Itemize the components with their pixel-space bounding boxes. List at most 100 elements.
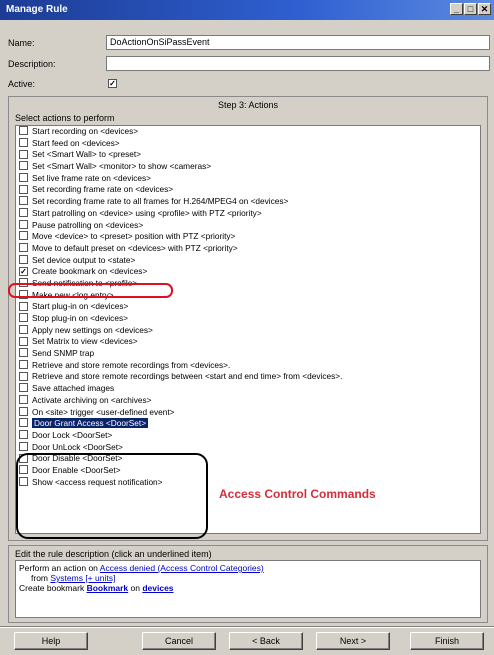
- action-checkbox[interactable]: [19, 430, 28, 440]
- action-checkbox[interactable]: [19, 231, 28, 241]
- action-label: Door Lock <DoorSet>: [32, 429, 113, 440]
- action-item[interactable]: Set live frame rate on <devices>: [16, 173, 480, 185]
- next-button[interactable]: Next >: [316, 632, 390, 650]
- description-label: Description:: [8, 59, 56, 69]
- action-label: Set <Smart Wall> <monitor> to show <came…: [32, 161, 212, 172]
- action-item[interactable]: Retrieve and store remote recordings bet…: [16, 371, 480, 383]
- finish-button[interactable]: Finish: [410, 632, 484, 650]
- action-checkbox[interactable]: [19, 418, 28, 428]
- devices-link[interactable]: devices: [142, 583, 173, 593]
- action-label: Create bookmark on <devices>: [32, 266, 148, 277]
- action-label: Start feed on <devices>: [32, 137, 120, 148]
- action-item[interactable]: On <site> trigger <user-defined event>: [16, 407, 480, 419]
- active-checkbox[interactable]: ✓: [108, 79, 117, 88]
- action-item[interactable]: Retrieve and store remote recordings fro…: [16, 360, 480, 372]
- action-item[interactable]: Set recording frame rate on <devices>: [16, 184, 480, 196]
- bookmark-link[interactable]: Bookmark: [87, 583, 129, 593]
- action-item[interactable]: Door Lock <DoorSet>: [16, 430, 480, 442]
- action-checkbox[interactable]: [19, 383, 28, 393]
- action-item[interactable]: Activate archiving on <archives>: [16, 395, 480, 407]
- action-checkbox[interactable]: [19, 149, 28, 159]
- action-checkbox[interactable]: [19, 219, 28, 229]
- action-label: Apply new settings on <devices>: [32, 324, 153, 335]
- action-label: Start plug-in on <devices>: [32, 301, 129, 312]
- action-item[interactable]: Set device output to <state>: [16, 255, 480, 267]
- action-checkbox[interactable]: [19, 126, 28, 136]
- action-checkbox[interactable]: [19, 243, 28, 253]
- action-checkbox[interactable]: [19, 348, 28, 358]
- minimize-button[interactable]: _: [450, 3, 463, 15]
- action-checkbox[interactable]: [19, 336, 28, 346]
- rule-description-box: Perform an action on Access denied (Acce…: [15, 560, 481, 618]
- action-checkbox[interactable]: [19, 173, 28, 182]
- action-item[interactable]: Stop plug-in on <devices>: [16, 313, 480, 325]
- action-checkbox[interactable]: [19, 441, 28, 451]
- action-checkbox[interactable]: [19, 360, 28, 369]
- action-label: Save attached images: [32, 383, 115, 394]
- action-item[interactable]: Start feed on <devices>: [16, 138, 480, 150]
- action-label: Activate archiving on <archives>: [32, 394, 152, 405]
- action-checkbox[interactable]: [19, 324, 28, 334]
- active-label: Active:: [8, 79, 36, 89]
- action-label: Send SNMP trap: [32, 348, 95, 359]
- action-label: Start recording on <devices>: [32, 126, 139, 136]
- event-link[interactable]: Access denied (Access Control Categories…: [100, 563, 264, 573]
- action-label: Set Matrix to view <devices>: [32, 336, 138, 347]
- description-field[interactable]: [106, 56, 490, 71]
- desc-text: on: [128, 583, 143, 593]
- action-item[interactable]: Start plug-in on <devices>: [16, 301, 480, 313]
- action-item[interactable]: Set <Smart Wall> to <preset>: [16, 149, 480, 161]
- action-checkbox[interactable]: [19, 406, 28, 416]
- action-item[interactable]: Set <Smart Wall> <monitor> to show <came…: [16, 161, 480, 173]
- rule-description-panel: Edit the rule description (click an unde…: [8, 545, 488, 623]
- action-checkbox[interactable]: [19, 371, 28, 381]
- action-item[interactable]: Start recording on <devices>: [16, 126, 480, 138]
- action-item[interactable]: Pause patrolling on <devices>: [16, 220, 480, 232]
- action-item[interactable]: Set Matrix to view <devices>: [16, 336, 480, 348]
- action-checkbox[interactable]: [19, 395, 28, 405]
- action-item[interactable]: Move <device> to <preset> position with …: [16, 231, 480, 243]
- action-checkbox[interactable]: [19, 301, 28, 311]
- action-label: Set <Smart Wall> to <preset>: [32, 149, 141, 160]
- action-label: Set recording frame rate on <devices>: [32, 184, 174, 195]
- desc-text: from: [31, 573, 51, 583]
- name-field[interactable]: DoActionOnSiPassEvent: [106, 35, 490, 50]
- action-checkbox[interactable]: [19, 208, 28, 218]
- action-checkbox[interactable]: [19, 184, 28, 194]
- systems-link[interactable]: Systems [+ units]: [50, 573, 115, 583]
- action-checkbox[interactable]: [19, 254, 28, 264]
- action-item[interactable]: Door Grant Access <DoorSet>: [16, 418, 480, 430]
- select-actions-label: Select actions to perform: [15, 113, 115, 123]
- action-item[interactable]: Door UnLock <DoorSet>: [16, 442, 480, 454]
- close-button[interactable]: ✕: [478, 3, 491, 15]
- back-button[interactable]: < Back: [229, 632, 303, 650]
- action-label: Retrieve and store remote recordings bet…: [32, 371, 343, 382]
- action-label: Pause patrolling on <devices>: [32, 219, 144, 230]
- action-checkbox[interactable]: [19, 161, 28, 171]
- action-checkbox[interactable]: ✓: [19, 266, 28, 276]
- action-item[interactable]: Move to default preset on <devices> with…: [16, 243, 480, 255]
- cancel-button[interactable]: Cancel: [142, 632, 216, 650]
- desc-text: Create bookmark: [19, 583, 87, 593]
- action-label: Stop plug-in on <devices>: [32, 313, 128, 323]
- action-item[interactable]: Set recording frame rate to all frames f…: [16, 196, 480, 208]
- action-checkbox[interactable]: [19, 137, 28, 147]
- action-label: Set recording frame rate to all frames f…: [32, 196, 289, 207]
- action-checkbox[interactable]: [19, 196, 28, 206]
- rule-description-heading: Edit the rule description (click an unde…: [15, 549, 212, 559]
- action-item[interactable]: Save attached images: [16, 383, 480, 395]
- help-button[interactable]: Help: [14, 632, 88, 650]
- action-label: Retrieve and store remote recordings fro…: [32, 359, 231, 370]
- button-separator: [0, 626, 494, 628]
- action-item[interactable]: Send SNMP trap: [16, 348, 480, 360]
- action-label: Set device output to <state>: [32, 254, 136, 265]
- desc-text: Perform an action on: [19, 563, 100, 573]
- maximize-button[interactable]: □: [464, 3, 477, 15]
- action-label: Set live frame rate on <devices>: [32, 172, 151, 183]
- action-item[interactable]: ✓ Create bookmark on <devices>: [16, 266, 480, 278]
- action-item[interactable]: Start patrolling on <device> using <prof…: [16, 208, 480, 220]
- action-checkbox[interactable]: [19, 313, 28, 323]
- action-label: Door Grant Access <DoorSet>: [32, 418, 149, 429]
- action-item[interactable]: Apply new settings on <devices>: [16, 325, 480, 337]
- title-bar: Manage Rule _ □ ✕: [0, 0, 494, 20]
